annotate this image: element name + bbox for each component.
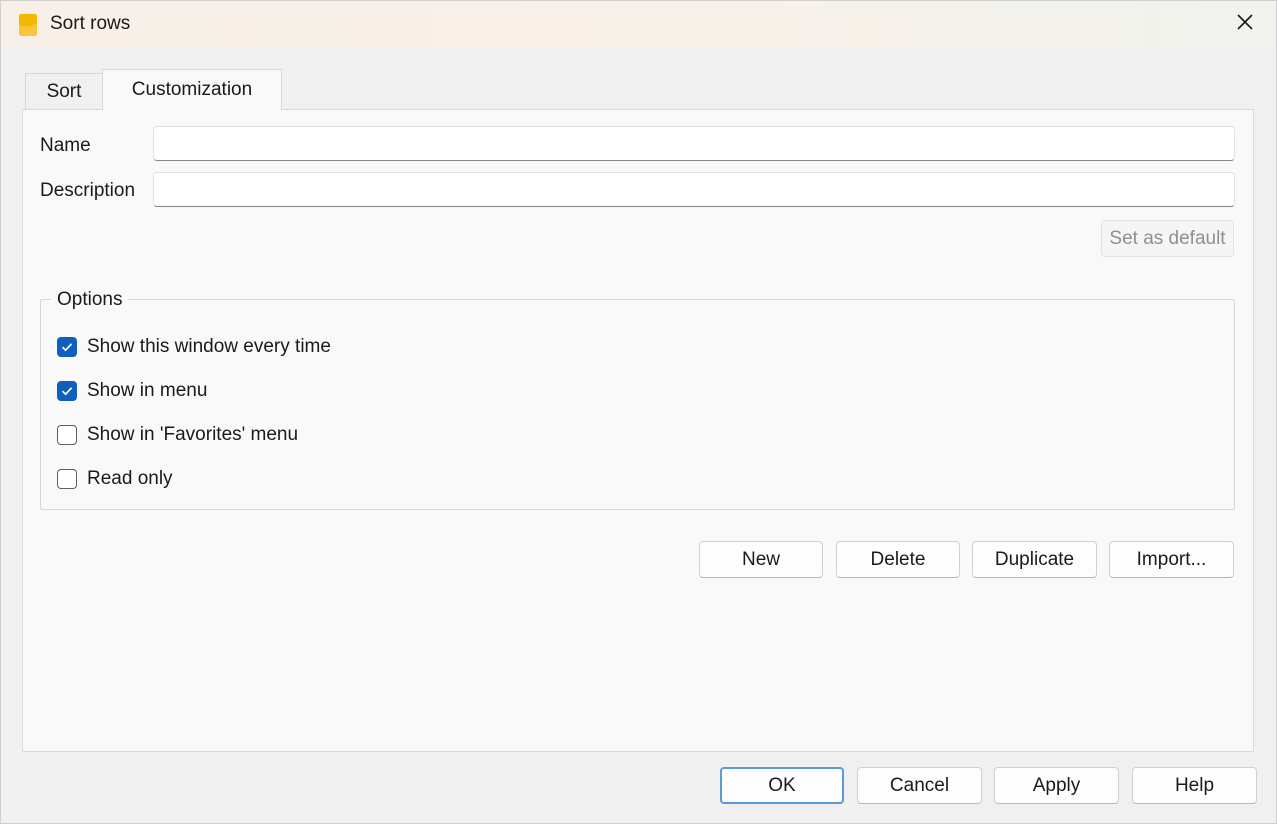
checkbox-unchecked-icon xyxy=(57,469,77,489)
show-in-menu-label: Show in menu xyxy=(87,380,208,401)
checkbox-unchecked-icon xyxy=(57,425,77,445)
options-group xyxy=(40,299,1235,510)
tab-customization[interactable]: Customization xyxy=(102,69,282,110)
cancel-button[interactable]: Cancel xyxy=(857,767,982,804)
read-only-label: Read only xyxy=(87,468,173,489)
window-title: Sort rows xyxy=(50,13,131,34)
help-button-label: Help xyxy=(1174,774,1215,796)
show-in-menu-checkbox[interactable]: Show in menu xyxy=(57,379,207,403)
import-button[interactable]: Import... xyxy=(1109,541,1234,578)
ok-button-label: OK xyxy=(768,774,796,796)
delete-button[interactable]: Delete xyxy=(836,541,960,578)
name-field[interactable] xyxy=(153,126,1235,161)
duplicate-button-label: Duplicate xyxy=(994,548,1075,570)
checkbox-checked-icon xyxy=(57,337,77,357)
close-icon xyxy=(1236,13,1254,37)
app-icon xyxy=(17,13,39,37)
cancel-button-label: Cancel xyxy=(889,774,950,796)
options-group-title: Options xyxy=(51,289,129,311)
description-field[interactable] xyxy=(153,172,1235,207)
show-in-favorites-menu-checkbox[interactable]: Show in 'Favorites' menu xyxy=(57,423,298,447)
tab-customization-label: Customization xyxy=(131,79,253,100)
read-only-checkbox[interactable]: Read only xyxy=(57,467,173,491)
tab-sort[interactable]: Sort xyxy=(25,73,103,109)
tab-sort-label: Sort xyxy=(46,80,82,102)
sort-rows-dialog: Sort rows Sort Customization Name Descri… xyxy=(0,0,1277,824)
new-button-label: New xyxy=(741,548,780,570)
apply-button[interactable]: Apply xyxy=(994,767,1119,804)
show-window-every-time-checkbox[interactable]: Show this window every time xyxy=(57,335,331,359)
show-in-favorites-menu-label: Show in 'Favorites' menu xyxy=(87,424,299,445)
ok-button[interactable]: OK xyxy=(720,767,844,804)
duplicate-button[interactable]: Duplicate xyxy=(972,541,1097,578)
apply-button-label: Apply xyxy=(1032,774,1081,796)
name-label: Name xyxy=(40,135,91,156)
title-bar: Sort rows xyxy=(1,1,1276,49)
checkbox-checked-icon xyxy=(57,381,77,401)
set-as-default-button[interactable]: Set as default xyxy=(1101,220,1234,257)
description-label: Description xyxy=(40,180,136,201)
new-button[interactable]: New xyxy=(699,541,823,578)
close-button[interactable] xyxy=(1214,1,1276,49)
import-button-label: Import... xyxy=(1136,548,1207,570)
set-as-default-label: Set as default xyxy=(1109,227,1226,249)
delete-button-label: Delete xyxy=(870,548,926,570)
help-button[interactable]: Help xyxy=(1132,767,1257,804)
show-window-every-time-label: Show this window every time xyxy=(87,336,331,357)
